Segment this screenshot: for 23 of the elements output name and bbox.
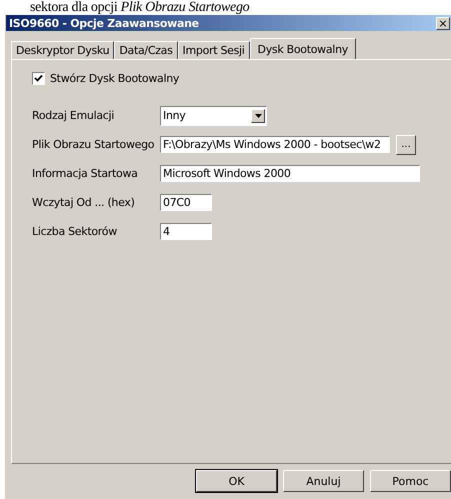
- field-label: Wczytaj Od ... (hex): [32, 196, 136, 209]
- browse-button[interactable]: ...: [396, 134, 416, 154]
- checkbox-label: Stwórz Dysk Bootowalny: [50, 72, 180, 84]
- window-title: ISO9660 - Opcje Zaawansowane: [8, 16, 199, 30]
- dialog-button[interactable]: Anuluj: [283, 470, 364, 492]
- tab[interactable]: Import Sesji: [178, 41, 250, 59]
- field-label: Liczba Sektorów: [32, 225, 118, 238]
- checkbox[interactable]: [32, 72, 45, 84]
- field-label: Plik Obrazu Startowego: [32, 138, 156, 151]
- field-label: Informacja Startowa: [32, 167, 139, 180]
- close-button[interactable]: ×: [436, 16, 450, 30]
- tab[interactable]: Deskryptor Dysku: [11, 41, 114, 59]
- input-field[interactable]: 4: [160, 223, 212, 240]
- tab[interactable]: Data/Czas: [114, 41, 178, 59]
- caption-text: sektora dla opcji Plik Obrazu Startowego: [29, 0, 250, 15]
- dialog-button[interactable]: OK: [196, 470, 277, 492]
- dropdown[interactable]: Inny: [160, 106, 267, 126]
- tab[interactable]: Dysk Bootowalny: [250, 38, 356, 59]
- input-field[interactable]: 07C0: [160, 194, 212, 211]
- input-field[interactable]: F:\Obrazy\Ms Windows 2000 - bootsec\w2: [160, 136, 390, 153]
- input-field[interactable]: Microsoft Windows 2000: [160, 165, 420, 182]
- dialog-button[interactable]: Pomoc: [370, 470, 451, 492]
- field-label: Rodzaj Emulacji: [32, 109, 116, 122]
